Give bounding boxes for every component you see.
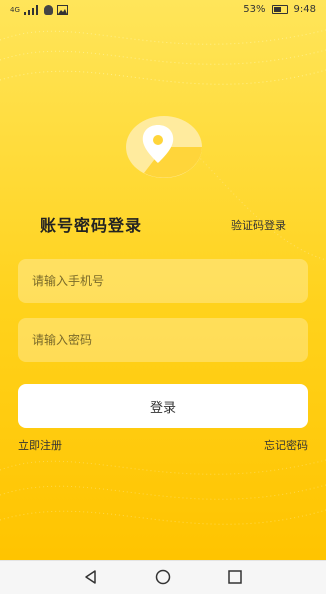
image-icon <box>56 5 68 15</box>
home-icon[interactable] <box>155 569 171 585</box>
page-title: 账号密码登录 <box>40 216 143 235</box>
recent-apps-icon[interactable] <box>227 569 243 585</box>
status-bar: 4G 53% 9:48 <box>0 0 326 22</box>
login-screen: 4G 53% 9:48 账号密码登录 验证码登录 登录 立即注册 忘记密码 <box>0 0 326 560</box>
back-icon[interactable] <box>83 569 99 585</box>
forgot-password-link[interactable]: 忘记密码 <box>264 437 308 453</box>
phone-input[interactable] <box>18 259 308 303</box>
sms-login-link[interactable]: 验证码登录 <box>231 217 286 233</box>
clock: 9:48 <box>293 4 316 15</box>
network-type: 4G <box>10 6 20 14</box>
battery-icon <box>271 5 288 14</box>
signal-icon <box>23 5 40 15</box>
login-button[interactable]: 登录 <box>18 384 308 428</box>
wechat-icon <box>43 5 53 15</box>
navigation-bar <box>0 560 326 594</box>
battery-percent: 53% <box>243 4 266 15</box>
location-pin-icon <box>126 116 202 178</box>
register-link[interactable]: 立即注册 <box>18 437 62 453</box>
password-input[interactable] <box>18 318 308 362</box>
